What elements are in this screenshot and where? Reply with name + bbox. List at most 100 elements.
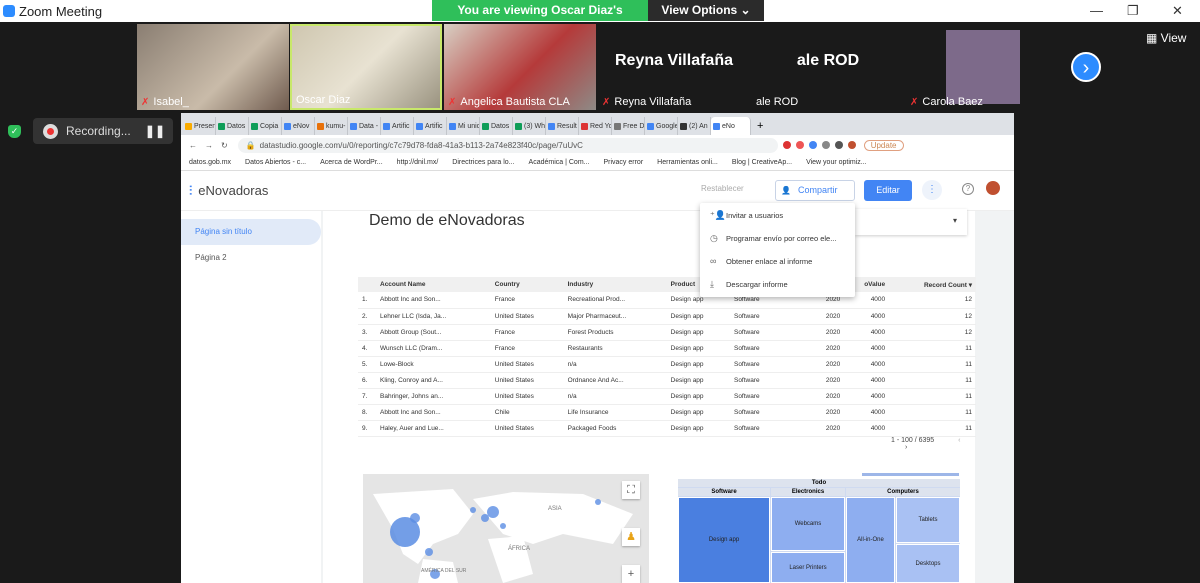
browser-tab[interactable]: Mi unic bbox=[447, 117, 480, 135]
bookmark-item[interactable]: Datos Abiertos - c... bbox=[245, 159, 306, 166]
menu-item-invite[interactable]: ⁺👤 Invitar a usuarios bbox=[700, 204, 855, 226]
participant-tile[interactable]: Angelica Bautista CLA bbox=[444, 24, 596, 110]
treemap-cell[interactable]: Webcams bbox=[771, 497, 845, 551]
browser-tab[interactable]: Free D bbox=[612, 117, 645, 135]
shield-icon: ✓ bbox=[8, 124, 21, 138]
participant-tile[interactable]: ale ROD ale ROD bbox=[752, 24, 904, 110]
bookmark-item[interactable]: Blog | CreativeAp... bbox=[732, 159, 792, 166]
browser-tab[interactable]: Google bbox=[645, 117, 678, 135]
geo-map[interactable]: ASIA ÁFRICA AMÉRICA DEL SUR ⛶ ♟ + bbox=[363, 474, 649, 583]
browser-tab[interactable]: kumu- bbox=[315, 117, 348, 135]
menu-item-download[interactable]: ⤓ Descargar informe bbox=[700, 273, 855, 295]
participant-tile[interactable]: Reyna Villafaña Reyna Villafaña bbox=[598, 24, 750, 110]
extension-icon[interactable] bbox=[834, 141, 843, 149]
participant-tile[interactable]: Carola Baez bbox=[906, 24, 1058, 110]
browser-tab[interactable]: Artific bbox=[381, 117, 414, 135]
table-row[interactable]: 9. Haley, Auer and Lue... United States Pac… bbox=[358, 420, 976, 437]
browser-tab[interactable]: Copia bbox=[249, 117, 282, 135]
bookmark-item[interactable]: View your optimiz... bbox=[806, 159, 867, 166]
next-page-icon[interactable]: › bbox=[905, 444, 907, 451]
table-row[interactable]: 8. Abbott Inc and Son... Chile Life Insuran… bbox=[358, 404, 976, 421]
table-row[interactable]: 3. Abbott Group (Sout... France Forest Prod… bbox=[358, 324, 976, 341]
table-header[interactable]: Industry bbox=[563, 277, 667, 292]
fullscreen-icon[interactable]: ⛶ bbox=[622, 481, 640, 499]
menu-item-schedule[interactable]: ◷ Programar envío por correo ele... bbox=[700, 227, 855, 249]
table-row[interactable]: 7. Bahringer, Johns an... United States n/a… bbox=[358, 388, 976, 405]
table-row[interactable]: 5. Lowe-Block United States n/a Design app So… bbox=[358, 356, 976, 373]
table-row[interactable]: 4. Wunsch LLC (Dram... France Restaurants De… bbox=[358, 340, 976, 357]
extension-icon[interactable] bbox=[821, 141, 830, 149]
new-tab-icon[interactable]: + bbox=[751, 117, 769, 135]
forward-icon[interactable]: → bbox=[205, 141, 213, 150]
help-icon[interactable]: ? bbox=[962, 183, 974, 195]
menu-item-link[interactable]: ∞ Obtener enlace al informe bbox=[700, 250, 855, 272]
browser-tab[interactable]: Artific bbox=[414, 117, 447, 135]
zoom-in-icon[interactable]: + bbox=[622, 565, 640, 583]
bookmark-item[interactable]: Acerca de WordPr... bbox=[320, 159, 383, 166]
reload-icon[interactable]: ↻ bbox=[221, 141, 228, 150]
participant-tile[interactable]: Oscar Diaz bbox=[290, 24, 442, 110]
minimize-icon[interactable]: — bbox=[1090, 3, 1103, 18]
page-item[interactable]: Página sin título bbox=[181, 219, 321, 245]
browser-tab[interactable]: Presen bbox=[183, 117, 216, 135]
browser-tab[interactable]: eNov bbox=[282, 117, 315, 135]
next-page-icon[interactable]: › bbox=[1071, 52, 1101, 82]
bookmark-item[interactable]: Privacy error bbox=[603, 159, 643, 166]
browser-tab[interactable]: Red Yo bbox=[579, 117, 612, 135]
view-options-button[interactable]: View Options ⌄ bbox=[648, 0, 764, 21]
table-row[interactable]: 6. Kling, Conroy and A... United States Ord… bbox=[358, 372, 976, 389]
table-header[interactable]: Account Name bbox=[376, 277, 491, 292]
table-row[interactable]: 1. Abbott Inc and Son... France Recreationa… bbox=[358, 292, 976, 309]
participant-tile[interactable]: Isabel_ bbox=[137, 24, 289, 110]
table-header[interactable]: Country bbox=[490, 277, 564, 292]
bookmark-item[interactable]: Académica | Com... bbox=[529, 159, 590, 166]
table-cell: 2020 bbox=[809, 356, 845, 373]
table-cell: Kling, Conroy and A... bbox=[376, 372, 491, 389]
pause-icon[interactable]: ❚❚ bbox=[145, 124, 165, 138]
table-cell: 4000 bbox=[844, 420, 890, 437]
browser-tab[interactable]: (2) An bbox=[678, 117, 711, 135]
back-icon[interactable]: ← bbox=[189, 141, 197, 150]
pagination: 1 - 100 / 6395 ‹ › bbox=[891, 437, 975, 451]
more-options-icon[interactable]: ⋮ bbox=[922, 180, 942, 200]
reset-button[interactable]: Restablecer bbox=[701, 184, 744, 193]
gallery-view-button[interactable]: ▦ View bbox=[1146, 31, 1186, 45]
browser-tab[interactable]: Data - bbox=[348, 117, 381, 135]
extension-icon[interactable] bbox=[782, 141, 791, 149]
share-button[interactable]: Compartir bbox=[775, 180, 855, 201]
profile-icon[interactable] bbox=[847, 141, 856, 149]
table-row[interactable]: 2. Lehner LLC (Isda, Ja... United States Ma… bbox=[358, 308, 976, 325]
treemap-cell[interactable]: Laser Printers bbox=[771, 552, 845, 583]
browser-tab[interactable]: Datos bbox=[480, 117, 513, 135]
prev-page-icon[interactable]: ‹ bbox=[958, 437, 960, 444]
bookmark-item[interactable]: datos.gob.mx bbox=[189, 159, 231, 166]
extension-icon[interactable] bbox=[795, 141, 804, 149]
browser-tab[interactable]: (3) Wh bbox=[513, 117, 546, 135]
app-logo[interactable]: ⫶ eNovadoras bbox=[189, 183, 268, 199]
bookmark-item[interactable]: Directrices para lo... bbox=[452, 159, 514, 166]
table-cell: 11 bbox=[889, 372, 976, 389]
update-button[interactable]: Update bbox=[863, 139, 904, 151]
browser-tab[interactable]: Datos bbox=[216, 117, 249, 135]
close-icon[interactable]: ✕ bbox=[1172, 3, 1183, 19]
treemap[interactable]: Todo Software Electronics Computers Desi… bbox=[678, 473, 960, 583]
treemap-scrollbar[interactable] bbox=[862, 473, 959, 476]
treemap-cell[interactable]: All-in-One bbox=[846, 497, 895, 583]
record-icon bbox=[43, 123, 58, 139]
maximize-icon[interactable]: ❐ bbox=[1127, 3, 1139, 19]
treemap-cell[interactable]: Tablets bbox=[896, 497, 960, 543]
street-view-icon[interactable]: ♟ bbox=[622, 528, 640, 546]
edit-button[interactable]: Editar bbox=[864, 180, 912, 201]
url-input[interactable]: 🔒 datastudio.google.com/u/0/reporting/c7c… bbox=[237, 137, 778, 153]
bookmark-item[interactable]: Herramientas onli... bbox=[657, 159, 718, 166]
bookmark-item[interactable]: http://dnil.mx/ bbox=[397, 159, 439, 166]
browser-tab[interactable]: eNo bbox=[711, 117, 751, 135]
browser-tab[interactable]: Result bbox=[546, 117, 579, 135]
treemap-cell[interactable]: Design app bbox=[678, 497, 770, 583]
date-range-selector[interactable]: ▾ bbox=[855, 209, 967, 235]
page-item[interactable]: Página 2 bbox=[181, 245, 321, 271]
treemap-cell[interactable]: Desktops bbox=[896, 544, 960, 583]
table-header[interactable]: Record Count ▾ bbox=[889, 277, 976, 292]
avatar[interactable] bbox=[986, 181, 1000, 195]
extension-icon[interactable] bbox=[808, 141, 817, 149]
